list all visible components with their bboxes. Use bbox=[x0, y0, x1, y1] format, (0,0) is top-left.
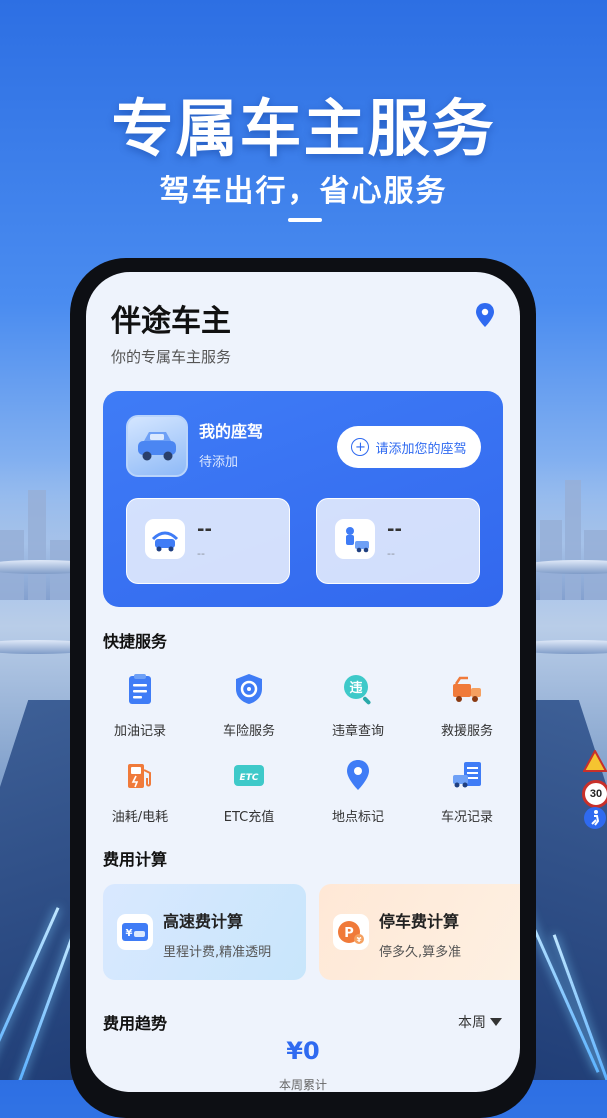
svg-text:ETC: ETC bbox=[240, 773, 259, 783]
service-label: 救援服务 bbox=[440, 724, 493, 739]
trend-total-value: ¥0 bbox=[286, 1037, 320, 1065]
highway-fee-card[interactable]: ¥ 高速费计算 里程计费,精准透明 bbox=[103, 884, 306, 980]
service-label: 油耗/电耗 bbox=[111, 810, 169, 825]
caret-down-icon bbox=[490, 1018, 502, 1026]
service-label: ETC充值 bbox=[223, 810, 275, 825]
service-fuel-record[interactable]: 加油记录 bbox=[90, 672, 190, 739]
location-icon[interactable] bbox=[474, 302, 496, 328]
stat-label: -- bbox=[197, 547, 205, 560]
svg-text:P: P bbox=[344, 926, 354, 941]
plus-circle-icon: + bbox=[351, 438, 370, 456]
fee-card-title: 高速费计算 bbox=[163, 912, 244, 931]
phone-screen: 伴途车主 你的专属车主服务 我的座驾 待添加 + 请添加您的座驾 -- -- -… bbox=[86, 272, 520, 1092]
highway-fee-icon: ¥ bbox=[117, 914, 153, 950]
location-pin-icon bbox=[347, 760, 369, 790]
service-fuel-consumption[interactable]: 油耗/电耗 bbox=[90, 758, 190, 825]
hero-subtitle: 驾车出行，省心服务 bbox=[159, 174, 448, 209]
warning-sign-icon bbox=[583, 750, 607, 772]
hero-divider bbox=[288, 218, 322, 222]
svg-text:违: 违 bbox=[349, 680, 362, 696]
add-car-button-label: 请添加您的座驾 bbox=[375, 441, 467, 457]
car-wash-icon bbox=[145, 519, 185, 559]
violation-search-icon: 违 bbox=[344, 675, 371, 705]
car-repair-icon bbox=[335, 519, 375, 559]
fuel-pump-icon bbox=[128, 764, 151, 788]
add-car-button[interactable]: + 请添加您的座驾 bbox=[337, 426, 481, 468]
svg-text:¥: ¥ bbox=[357, 936, 362, 944]
pedestrian-sign-icon bbox=[584, 807, 606, 829]
fee-calc-title: 费用计算 bbox=[103, 846, 167, 872]
car-status: 待添加 bbox=[199, 455, 239, 470]
car-stat-box[interactable]: -- -- bbox=[316, 498, 480, 584]
car-avatar bbox=[126, 415, 188, 477]
service-label: 车险服务 bbox=[222, 724, 275, 739]
service-violation-search[interactable]: 违 违章查询 bbox=[308, 672, 408, 739]
trend-period-dropdown[interactable]: 本周 bbox=[458, 1012, 502, 1032]
parking-fee-icon: P ¥ bbox=[333, 914, 369, 950]
stat-value: -- bbox=[387, 519, 402, 540]
stat-label: -- bbox=[387, 547, 395, 560]
fee-trend-title: 费用趋势 bbox=[103, 1010, 167, 1036]
quick-services-title: 快捷服务 bbox=[103, 628, 167, 654]
insurance-shield-icon bbox=[236, 674, 262, 704]
trend-period-label: 本周 bbox=[458, 1015, 486, 1031]
service-location-mark[interactable]: 地点标记 bbox=[308, 758, 408, 825]
etc-card-icon: ETC bbox=[234, 765, 264, 786]
hero-title: 专属车主服务 bbox=[111, 92, 496, 165]
tow-truck-icon bbox=[453, 676, 481, 702]
parking-fee-card[interactable]: P ¥ 停车费计算 停多久,算多准 bbox=[319, 884, 520, 980]
service-insurance[interactable]: 车险服务 bbox=[199, 672, 299, 739]
trend-total-caption: 本周累计 bbox=[278, 1078, 327, 1092]
service-label: 地点标记 bbox=[331, 810, 384, 825]
fee-card-desc: 停多久,算多准 bbox=[379, 945, 462, 960]
stat-value: -- bbox=[197, 519, 212, 540]
service-rescue[interactable]: 救援服务 bbox=[417, 672, 517, 739]
car-name: 我的座驾 bbox=[199, 422, 264, 441]
vehicle-record-icon bbox=[453, 762, 481, 788]
svg-text:¥: ¥ bbox=[126, 928, 133, 939]
service-label: 车况记录 bbox=[440, 810, 493, 825]
app-title: 伴途车主 bbox=[111, 304, 231, 339]
service-label: 加油记录 bbox=[113, 724, 166, 739]
car-stat-box[interactable]: -- -- bbox=[126, 498, 290, 584]
fee-card-desc: 里程计费,精准透明 bbox=[163, 945, 272, 960]
speed-limit-sign-icon: 30 bbox=[582, 780, 607, 808]
service-etc[interactable]: ETC ETC充值 bbox=[199, 758, 299, 825]
app-subtitle: 你的专属车主服务 bbox=[111, 348, 232, 366]
service-label: 违章查询 bbox=[331, 724, 384, 739]
fee-card-title: 停车费计算 bbox=[379, 912, 460, 931]
service-vehicle-record[interactable]: 车况记录 bbox=[417, 758, 517, 825]
my-car-card[interactable]: 我的座驾 待添加 + 请添加您的座驾 -- -- -- -- bbox=[103, 391, 503, 607]
car-icon bbox=[138, 432, 176, 461]
fuel-record-icon bbox=[129, 674, 151, 704]
